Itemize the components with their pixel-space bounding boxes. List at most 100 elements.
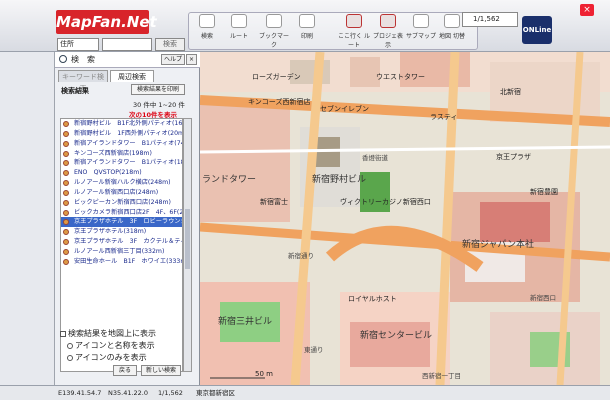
cafe-pin-icon: [63, 180, 69, 187]
map-label-nishi-shinjuku-1: 西新宿一丁目: [422, 372, 461, 380]
cafe-pin-icon: [63, 150, 69, 157]
result-item-label: 安田生命ホール B1F ホワイエ(333m): [74, 257, 182, 265]
map-label-shinjuku-toen: 新宿豊園: [530, 188, 558, 196]
map-label-keio-plaza: 京王プラザ: [496, 153, 531, 161]
map-label-higashi-dori: 東通り: [304, 346, 324, 354]
address-search-button[interactable]: 検索: [155, 38, 185, 51]
car-icon: [231, 14, 247, 28]
map-label-shinjuku-dori: 新宿通り: [288, 252, 314, 260]
toolbar-submap-button[interactable]: サブマップ: [406, 14, 436, 48]
map-label-seven-eleven: セブンイレブン: [320, 105, 369, 113]
result-item[interactable]: 京王プラザホテル 3F ロビーラウンジ(325m): [61, 217, 182, 228]
toolbar: MapFan.Net 住所 検索 検索 ルート ブックマーク 印刷 ここ行く ル…: [0, 0, 610, 52]
search-icon: [59, 55, 67, 63]
result-item-label: 新宿野村ビル 1F西外側パティオ(20m): [74, 129, 182, 137]
address-type-select[interactable]: 住所: [57, 38, 99, 51]
toolbar-goto-route-button[interactable]: ここ行く ルート: [338, 14, 370, 49]
mapfan-logo: MapFan.Net: [56, 10, 157, 34]
left-icon-strip: [0, 52, 55, 385]
map-view[interactable]: ローズガーデン ウエストタワー キンコーズ西新宿店 新宿野村ビル 香燈街道 ラン…: [200, 52, 610, 385]
map-label-kinkos: キンコーズ西新宿店: [248, 98, 311, 106]
cafe-pin-icon: [63, 229, 69, 236]
map-label-shinjuku-fuji: 新宿富士: [260, 198, 288, 206]
result-item[interactable]: 京王プラザホテル(318m): [61, 227, 182, 237]
panel-close-button[interactable]: ×: [186, 54, 198, 65]
tab-nearby-search[interactable]: 周辺検索: [110, 70, 154, 82]
status-area: 東京都新宿区: [196, 389, 235, 397]
status-latitude: N35.41.22.0: [108, 389, 149, 397]
result-item[interactable]: ルノアール新宿西口店(248m): [61, 188, 182, 198]
result-item[interactable]: ルノアール西新宿三丁目(332m): [61, 247, 182, 257]
cafe-pin-icon: [63, 160, 69, 167]
close-window-button[interactable]: ×: [580, 4, 594, 16]
result-item-label: 新宿野村ビル B1F北外側パティオ(16m): [74, 120, 182, 127]
status-longitude: E139.41.54.7: [58, 389, 102, 397]
result-item[interactable]: キンコーズ西新宿店(198m): [61, 149, 182, 159]
map-label-rose-garden: ローズガーデン: [252, 73, 301, 81]
radio-icon: [67, 343, 73, 349]
status-bar: E139.41.54.7 N35.41.22.0 1/1,562 東京都新宿区: [0, 385, 610, 400]
map-label-shinjuku-nishiguchi: 新宿西口: [530, 294, 556, 302]
show-results-on-map-checkbox[interactable]: 検索結果を地図上に表示: [60, 328, 156, 339]
toolbar-project-button[interactable]: プロジェ表示: [372, 14, 404, 49]
result-item-label: ルノアール西新宿三丁目(332m): [74, 247, 165, 255]
scrollbar-thumb[interactable]: [185, 209, 190, 269]
toolbar-bookmark-button[interactable]: ブックマーク: [257, 14, 291, 49]
mapfan-window: MapFan.Net 住所 検索 検索 ルート ブックマーク 印刷 ここ行く ル…: [0, 0, 610, 400]
result-item[interactable]: ルノアール新宿ハルク横店(248m): [61, 178, 182, 188]
cafe-pin-icon: [63, 189, 69, 196]
result-item[interactable]: 新宿野村ビル 1F西外側パティオ(20m): [61, 129, 182, 139]
icon-only-radio[interactable]: アイコンのみを表示: [67, 352, 147, 363]
map-label-west-tower: ウエストタワー: [376, 73, 425, 81]
back-button[interactable]: 戻る: [113, 365, 137, 376]
tab-keyword-search[interactable]: キーワード検索: [58, 70, 108, 93]
address-input[interactable]: [102, 38, 152, 51]
project-icon: [380, 14, 396, 28]
printer-icon: [299, 14, 315, 28]
map-switch-icon: [444, 14, 460, 28]
result-item[interactable]: ビックカメラ新宿西口店2F 4F、6F(258m): [61, 208, 182, 218]
print-results-button[interactable]: 検索結果を印刷: [131, 84, 185, 95]
result-item[interactable]: 安田生命ホール B1F ホワイエ(333m): [61, 257, 182, 267]
cafe-pin-icon: [63, 199, 69, 206]
radio-icon: [67, 355, 73, 361]
toolbar-print-button[interactable]: 印刷: [294, 14, 320, 48]
checkbox-icon: [60, 331, 66, 337]
panel-tabs: キーワード検索 周辺検索: [55, 68, 200, 93]
result-item[interactable]: 京王プラザホテル 3F カクテル＆ティーラウンジ(318m): [61, 237, 182, 247]
map-label-kotou-kaido: 香燈街道: [362, 154, 388, 162]
toolbar-route-button[interactable]: ルート: [224, 14, 254, 48]
map-label-rusty: ラスティ: [430, 113, 458, 121]
help-button[interactable]: ヘルプ: [161, 54, 186, 65]
result-item-label: ルノアール新宿西口店(248m): [74, 188, 159, 196]
map-scale-label: 50 m: [255, 370, 273, 378]
bookmark-icon: [266, 14, 282, 28]
result-item[interactable]: 新宿アイランドタワー B1パティオ(74m): [61, 139, 182, 149]
toolbar-search-button[interactable]: 検索: [193, 14, 221, 48]
result-item-label: キンコーズ西新宿店(198m): [74, 149, 152, 157]
result-item[interactable]: 新宿野村ビル B1F北外側パティオ(16m): [61, 119, 182, 129]
new-search-button[interactable]: 新しい検索: [141, 365, 181, 376]
map-label-kita-shinjuku: 北新宿: [500, 88, 521, 96]
panel-header: 検 索 ヘルプ ×: [55, 52, 200, 68]
result-item-label: ビックピーカン新宿西口店(248m): [74, 198, 171, 206]
online-button[interactable]: ONLine: [522, 16, 552, 44]
scale-field[interactable]: 1/1,562: [462, 12, 518, 27]
cafe-pin-icon: [63, 239, 69, 246]
map-label-royal-host: ロイヤルホスト: [348, 295, 397, 303]
cafe-pin-icon: [63, 219, 69, 226]
icon-and-name-radio[interactable]: アイコンと名称を表示: [67, 340, 155, 351]
results-range: 30 件中 1~20 件: [133, 101, 185, 109]
cafe-pin-icon: [63, 170, 69, 177]
result-item-label: 新宿アイランドタワー B1パティオ(74m): [74, 139, 182, 147]
result-item[interactable]: ビックピーカン新宿西口店(248m): [61, 198, 182, 208]
result-item[interactable]: 新宿アイランドタワー B1パティオ(187m): [61, 158, 182, 168]
magnifier-icon: [199, 14, 215, 28]
cafe-pin-icon: [63, 248, 69, 255]
result-item[interactable]: ENO QVSTOP(218m): [61, 168, 182, 178]
result-item-label: 新宿アイランドタワー B1パティオ(187m): [74, 159, 182, 167]
results-scrollbar[interactable]: [183, 118, 192, 372]
cafe-pin-icon: [63, 121, 69, 127]
cafe-pin-icon: [63, 140, 69, 147]
search-panel: 検 索 ヘルプ × キーワード検索 周辺検索 検索結果 検索結果を印刷 30 件…: [55, 52, 200, 385]
